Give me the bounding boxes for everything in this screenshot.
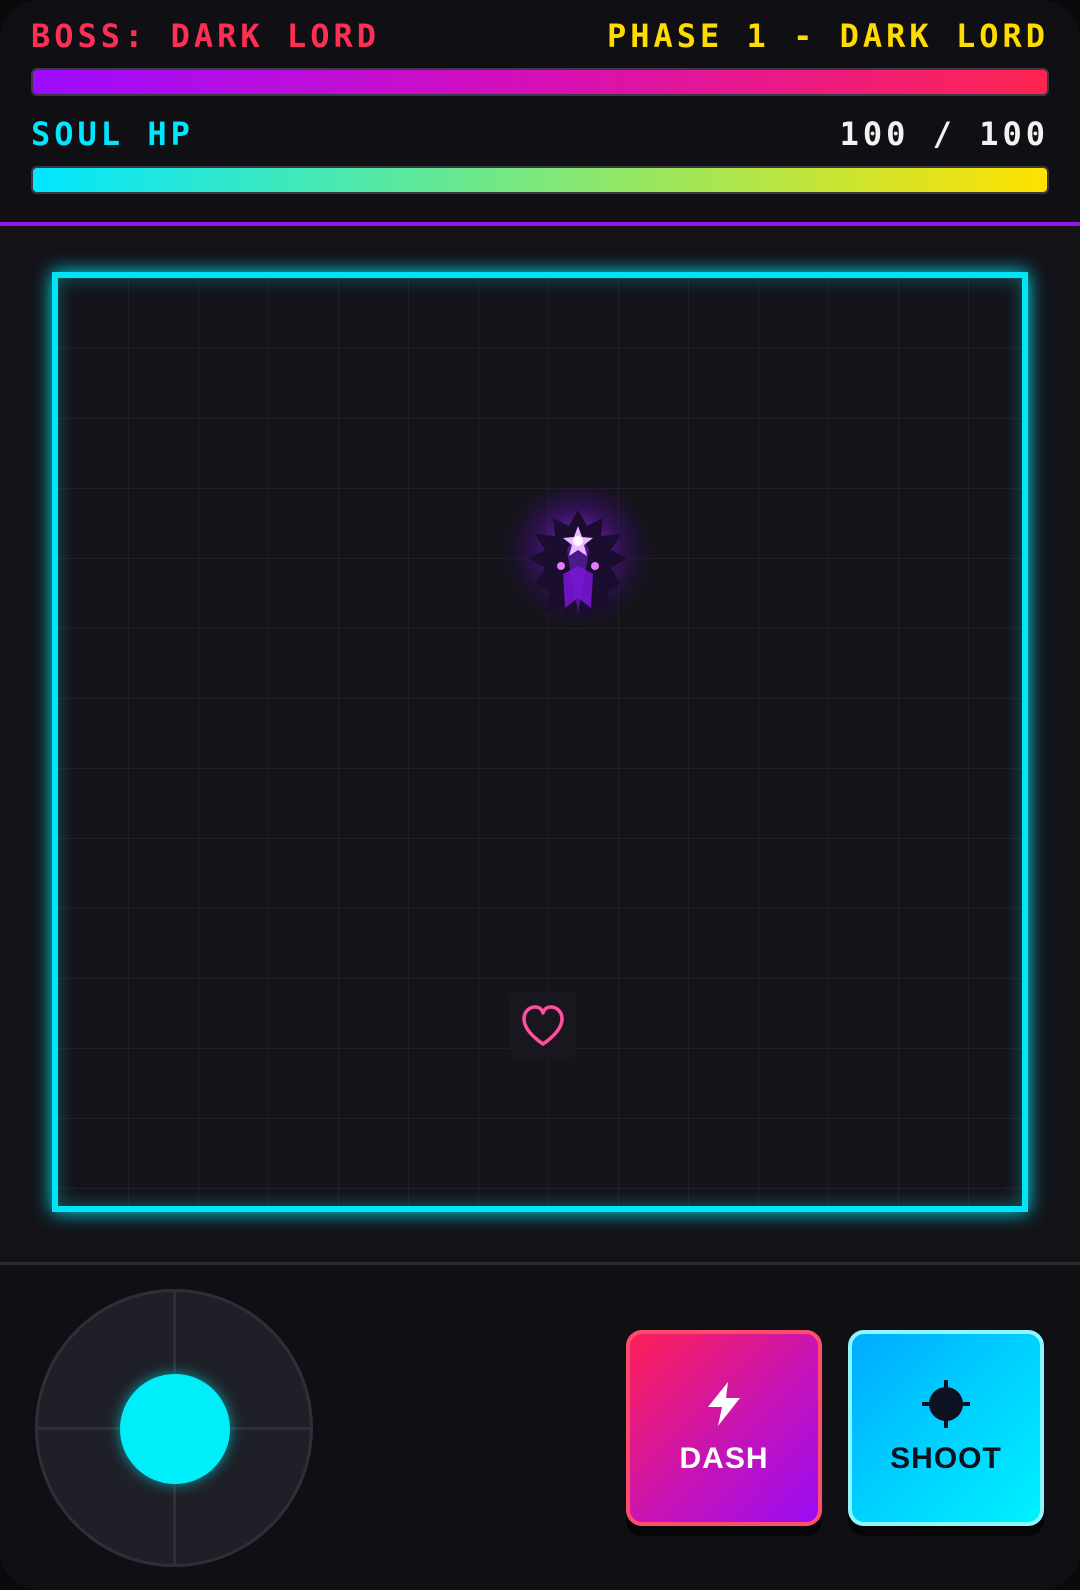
phase-label: PHASE 1 - DARK LORD [606,17,1049,55]
game-screen: BOSS: DARK LORD PHASE 1 - DARK LORD SOUL… [0,0,1080,1590]
shoot-button-label: SHOOT [890,1442,1002,1475]
soul-hp-bar [31,166,1049,194]
crosshair-icon [922,1380,970,1428]
dash-button[interactable]: DASH [626,1330,822,1526]
boss-name-label: BOSS: DARK LORD [31,17,380,55]
soul-hp-fill [33,168,1047,192]
battle-arena [52,272,1028,1212]
player-soul [510,992,576,1058]
boss-hp-fill [33,70,1047,94]
heart-icon [522,1005,564,1046]
controls-panel: DASH SHOOT [0,1265,1080,1590]
shoot-button[interactable]: SHOOT [848,1330,1044,1526]
soul-hp-label: SOUL HP [31,115,194,153]
dark-lord-sprite [503,488,653,633]
dash-button-label: DASH [679,1442,769,1475]
lightning-icon [708,1382,740,1426]
hud-panel: BOSS: DARK LORD PHASE 1 - DARK LORD SOUL… [0,0,1080,226]
soul-header-row: SOUL HP 100 / 100 [31,112,1049,156]
virtual-joystick[interactable] [35,1289,313,1567]
joystick-knob[interactable] [120,1374,230,1484]
boss-hp-bar [31,68,1049,96]
boss-header-row: BOSS: DARK LORD PHASE 1 - DARK LORD [31,14,1049,58]
soul-hp-value: 100 / 100 [839,115,1049,153]
